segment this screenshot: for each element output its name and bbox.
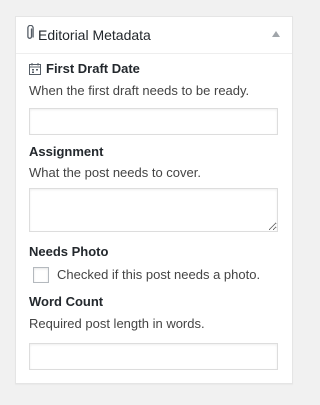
needs-photo-checkbox-label[interactable]: Checked if this post needs a photo. [57, 267, 260, 283]
word-count-label: Word Count [29, 294, 104, 309]
needs-photo-checkbox[interactable] [33, 267, 49, 283]
word-count-input[interactable] [29, 343, 278, 370]
assignment-description: What the post needs to cover. [29, 165, 201, 180]
panel-title: Editorial Metadata [38, 27, 151, 43]
needs-photo-field: Needs Photo Checked if this post needs a… [29, 244, 279, 283]
triangle-up-icon[interactable] [272, 31, 280, 37]
first-draft-date-input[interactable] [29, 108, 278, 135]
needs-photo-label: Needs Photo [29, 244, 109, 259]
word-count-field: Word Count Required post length in words… [29, 294, 279, 370]
first-draft-date-field: First Draft Date When the first draft ne… [29, 61, 279, 135]
first-draft-date-label-row: First Draft Date [29, 61, 279, 77]
panel-header[interactable]: Editorial Metadata [16, 17, 292, 54]
editorial-metadata-panel: Editorial Metadata First Draft Date When… [15, 16, 293, 384]
first-draft-date-description: When the first draft needs to be ready. [29, 83, 250, 98]
calendar-icon [29, 63, 41, 75]
needs-photo-checkbox-row[interactable]: Checked if this post needs a photo. [29, 267, 279, 283]
first-draft-date-label: First Draft Date [46, 61, 140, 76]
assignment-label: Assignment [29, 144, 104, 159]
assignment-textarea[interactable] [29, 188, 278, 232]
assignment-field: Assignment What the post needs to cover. [29, 144, 279, 232]
word-count-description: Required post length in words. [29, 316, 205, 331]
paperclip-icon [27, 25, 34, 39]
